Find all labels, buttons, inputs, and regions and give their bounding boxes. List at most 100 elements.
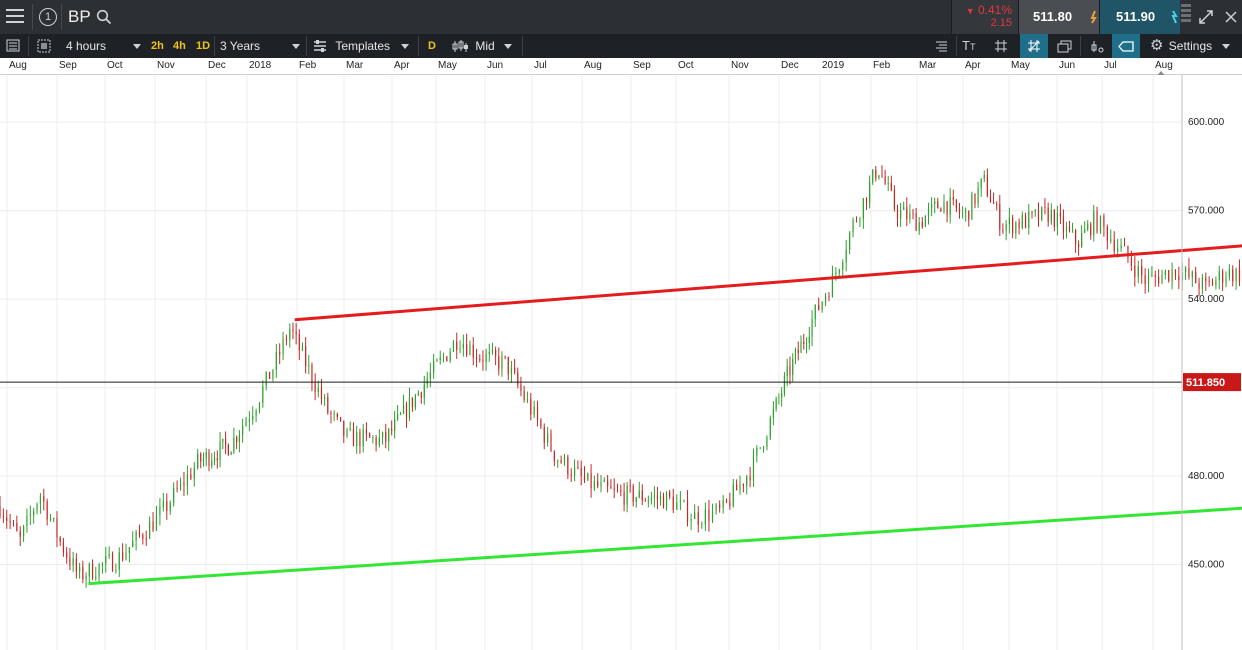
candle-body: [1225, 277, 1227, 283]
buy-button[interactable]: 511.90: [1099, 0, 1180, 34]
time-axis-label: Feb: [873, 60, 891, 71]
candle-body: [186, 474, 189, 486]
candle-body: [632, 486, 634, 502]
sell-button[interactable]: 511.80: [1018, 0, 1099, 34]
info-circle-icon[interactable]: 1: [39, 8, 57, 26]
candle-body: [200, 453, 202, 462]
candle-body: [190, 474, 192, 479]
quick-interval-1d[interactable]: 1D: [196, 34, 210, 58]
candle-body: [683, 500, 685, 502]
y-axis-label: 600.000: [1188, 117, 1225, 128]
candle-body: [275, 352, 277, 370]
candle-body: [22, 526, 25, 537]
candle-body: [927, 208, 930, 217]
candle-body: [613, 488, 615, 490]
candle-body: [1078, 244, 1080, 247]
sell-arrow-icon: [1090, 10, 1097, 24]
candle-body: [603, 480, 605, 482]
candle-body: [635, 497, 637, 502]
candle-body: [396, 413, 399, 420]
candle-body: [952, 197, 954, 200]
candle-body: [152, 521, 154, 531]
price-type-select[interactable]: Mid: [451, 34, 517, 58]
candle-body: [968, 210, 970, 220]
candle-body: [324, 396, 326, 399]
candle-body: [641, 490, 643, 501]
candle-body: [258, 402, 261, 411]
indicator-list-icon[interactable]: [932, 34, 950, 58]
list-icon[interactable]: [6, 34, 20, 58]
candle-body: [1053, 209, 1055, 227]
drawing-tool-icon[interactable]: [1088, 34, 1106, 58]
candle-body: [778, 397, 780, 399]
time-axis-label: 2019: [822, 60, 845, 71]
candle-body: [66, 552, 68, 558]
price-chart[interactable]: 511.850 600.000 570.000 540.000 480.000 450.…: [0, 75, 1242, 650]
d-button[interactable]: D: [428, 34, 436, 58]
range-select[interactable]: 3 Years: [220, 34, 304, 58]
interval-select[interactable]: 4 hours: [66, 34, 142, 58]
current-price-label: 511.850: [1186, 377, 1225, 389]
candle-body: [79, 566, 81, 572]
grid-icon[interactable]: [993, 34, 1009, 58]
candle-body: [118, 552, 120, 570]
crosshair-grid-icon[interactable]: [1020, 34, 1048, 58]
candle-body: [365, 429, 368, 434]
time-axis-label: May: [438, 60, 457, 71]
search-icon[interactable]: [96, 9, 112, 25]
quick-interval-2h[interactable]: 2h: [151, 34, 164, 58]
candle-body: [115, 569, 117, 572]
candle-body: [729, 501, 731, 507]
time-axis-label: 2018: [249, 60, 272, 71]
candle-body: [1218, 271, 1220, 281]
buy-price: 511.90: [1116, 9, 1156, 24]
candle-body: [934, 201, 936, 204]
divider: [214, 36, 215, 56]
erase-tool-icon[interactable]: [1112, 34, 1140, 58]
candle-body: [238, 434, 240, 443]
candle-body: [394, 419, 396, 431]
expand-icon[interactable]: [1198, 9, 1214, 25]
candle-body: [1191, 271, 1193, 277]
candle-body: [808, 336, 810, 343]
candle-body: [268, 371, 271, 379]
candle-body: [230, 452, 232, 456]
candle-body: [980, 178, 982, 189]
candle-body: [36, 504, 38, 512]
hamburger-icon[interactable]: [6, 9, 24, 25]
candle-body: [482, 359, 484, 362]
time-axis-label: May: [1011, 60, 1030, 71]
candle-body: [504, 356, 506, 358]
candle-body: [308, 364, 310, 367]
candle-body: [245, 421, 247, 426]
layout-grid-icon[interactable]: [36, 34, 52, 58]
candle-body: [125, 552, 127, 560]
candle-body: [1168, 270, 1170, 281]
time-axis-label: Aug: [9, 60, 27, 71]
templates-select[interactable]: Templates: [312, 34, 412, 58]
candle-body: [983, 175, 985, 179]
scroll-icon[interactable]: [1181, 2, 1191, 32]
candle-body: [1184, 267, 1187, 273]
candle-body: [736, 484, 738, 491]
price-type-value: Mid: [475, 39, 495, 53]
candle-body: [282, 338, 284, 355]
candle-body: [1178, 275, 1180, 281]
close-icon[interactable]: [1224, 10, 1238, 24]
candle-body: [69, 557, 71, 566]
text-tool-icon[interactable]: TT: [962, 34, 975, 58]
windows-icon[interactable]: [1056, 34, 1074, 58]
candle-body: [43, 496, 45, 502]
quick-interval-4h[interactable]: 4h: [173, 34, 186, 58]
candle-body: [49, 518, 52, 520]
candle-body: [859, 219, 861, 221]
candle-body: [285, 338, 288, 341]
symbol-label[interactable]: BP: [68, 7, 91, 27]
candle-body: [567, 456, 569, 475]
candle-body: [1044, 206, 1046, 208]
candle-body: [644, 500, 646, 502]
candle-body: [1099, 216, 1102, 232]
candle-body: [301, 346, 304, 351]
settings-button[interactable]: ⚙ Settings: [1150, 34, 1230, 58]
candle-body: [958, 208, 961, 214]
